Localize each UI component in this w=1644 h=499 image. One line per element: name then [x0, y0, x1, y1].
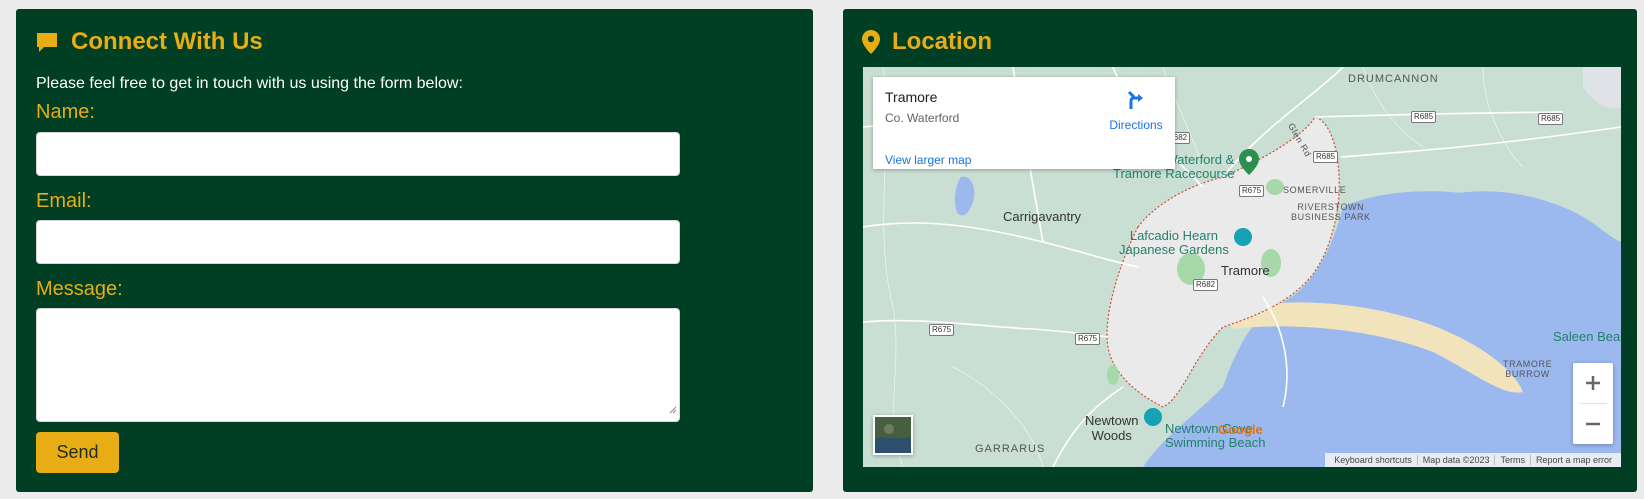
zoom-control: [1573, 363, 1613, 444]
road-badge-r682: R682: [1193, 279, 1219, 291]
chat-bubble-icon: [35, 30, 59, 54]
location-heading: Location: [862, 28, 992, 56]
map-label-riverstown: RIVERSTOWN BUSINESS PARK: [1291, 202, 1371, 222]
google-map[interactable]: DRUMCANNON Carrigavantry Waterford & Tra…: [863, 67, 1621, 467]
location-panel: Location DRUMCANNON Carrigavantry Waterf…: [843, 9, 1637, 492]
minus-icon: [1586, 422, 1600, 426]
name-field[interactable]: [36, 132, 680, 176]
view-larger-map-link[interactable]: View larger map: [885, 153, 971, 167]
road-badge-r685: R685: [1411, 111, 1437, 123]
map-label-lafcadio-line2: Japanese Gardens: [1119, 242, 1229, 257]
map-label-newtown-woods: Newtown Woods: [1085, 413, 1138, 443]
send-button[interactable]: Send: [36, 432, 119, 473]
road-badge-r675: R675: [929, 324, 955, 336]
map-label-riverstown-line1: RIVERSTOWN: [1297, 202, 1365, 212]
report-map-error-link[interactable]: Report a map error: [1529, 455, 1617, 465]
map-label-lafcadio-line1: Lafcadio Hearn: [1129, 228, 1219, 243]
contact-intro: Please feel free to get in touch with us…: [36, 75, 463, 92]
map-label-tramore-burrow-line1: TRAMORE: [1503, 359, 1553, 369]
map-label-carrigavantry: Carrigavantry: [1003, 209, 1082, 224]
map-label-newtown-woods-line2: Woods: [1091, 428, 1132, 443]
zoom-in-button[interactable]: [1573, 363, 1613, 403]
map-label-tramore-burrow: TRAMORE BURROW: [1503, 359, 1552, 379]
contact-heading: Connect With Us: [35, 28, 263, 56]
road-badge-r685: R685: [1538, 113, 1564, 125]
map-info-card: Tramore Co. Waterford Directions View la…: [873, 77, 1175, 169]
map-label-garrarus: GARRARUS: [975, 443, 1046, 455]
email-field[interactable]: [36, 220, 680, 264]
map-attribution: Keyboard shortcuts Map data ©2023 Terms …: [1325, 453, 1621, 467]
map-data-label: Map data ©2023: [1416, 455, 1495, 465]
map-card-title: Tramore: [885, 89, 938, 105]
map-label-tramore-burrow-line2: BURROW: [1505, 369, 1550, 379]
road-badge-r675: R675: [1075, 333, 1101, 345]
message-label: Message:: [36, 278, 123, 300]
map-label-newtown-woods-line1: Newtown: [1085, 413, 1139, 428]
contact-panel: Connect With Us Please feel free to get …: [16, 9, 813, 492]
google-logo: Google: [1218, 422, 1263, 437]
map-label-saleen: Saleen Bea: [1553, 329, 1621, 344]
google-logo-text: Google: [1218, 422, 1263, 437]
keyboard-shortcuts-link[interactable]: Keyboard shortcuts: [1329, 455, 1417, 465]
email-label: Email:: [36, 190, 92, 212]
message-field[interactable]: [36, 308, 680, 422]
map-card-subtitle: Co. Waterford: [885, 111, 960, 125]
terms-link[interactable]: Terms: [1494, 455, 1530, 465]
map-pin-icon: [862, 30, 880, 54]
resize-grip-icon[interactable]: [669, 401, 677, 419]
location-title: Location: [892, 28, 992, 55]
map-label-drumcannon: DRUMCANNON: [1348, 73, 1439, 85]
map-label-somerville: SOMERVILLE: [1283, 185, 1347, 195]
directions-icon: [1125, 90, 1147, 115]
plus-icon: [1586, 376, 1600, 390]
directions-button[interactable]: Directions: [1101, 89, 1171, 132]
satellite-thumbnail-icon: [875, 417, 911, 453]
map-label-tramore: Tramore: [1221, 263, 1270, 278]
map-label-lafcadio[interactable]: Lafcadio Hearn Japanese Gardens: [1119, 229, 1229, 257]
directions-label: Directions: [1109, 118, 1163, 132]
name-label: Name:: [36, 101, 95, 123]
satellite-layer-toggle[interactable]: [873, 415, 913, 455]
map-label-riverstown-line2: BUSINESS PARK: [1291, 212, 1371, 222]
road-badge-r675: R675: [1239, 185, 1265, 197]
contact-title: Connect With Us: [71, 28, 263, 55]
zoom-out-button[interactable]: [1573, 404, 1613, 444]
map-label-newtown-cove-line2: Swimming Beach: [1165, 435, 1266, 450]
road-badge-r685: R685: [1313, 151, 1339, 163]
map-label-racecourse-line2: Tramore Racecourse: [1113, 166, 1235, 181]
